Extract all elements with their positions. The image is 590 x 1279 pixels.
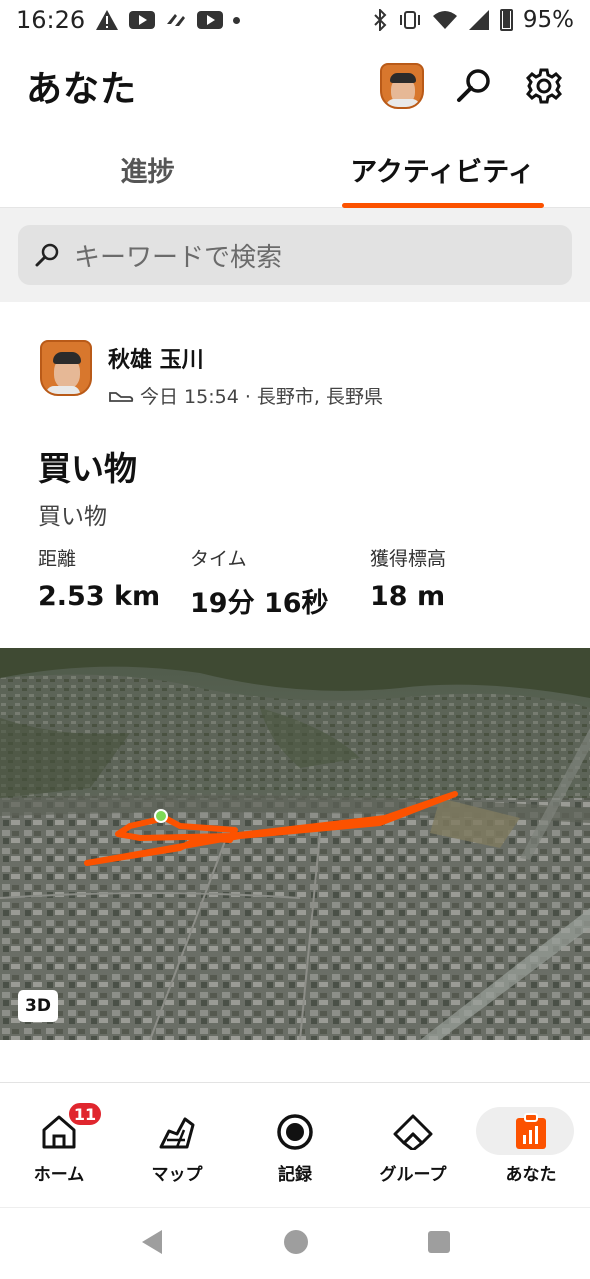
home-button[interactable]: [282, 1228, 310, 1260]
status-time: 16:26: [16, 6, 86, 34]
youtube-icon: [129, 11, 156, 29]
home-circle-icon: [284, 1229, 308, 1254]
vibrate-icon: [398, 10, 422, 30]
groups-icon: [393, 1111, 433, 1153]
stat-elevation: 獲得標高 18 m: [370, 544, 446, 620]
search-area: キーワードで検索: [0, 208, 590, 302]
search-button[interactable]: [454, 66, 494, 106]
record-icon: [276, 1111, 314, 1153]
app-icon: [165, 10, 187, 30]
map-image: [0, 648, 590, 1040]
3d-toggle-button[interactable]: 3D: [18, 990, 58, 1022]
signal-icon: [468, 9, 490, 31]
nav-label: グループ: [379, 1165, 447, 1185]
alert-icon: [95, 9, 119, 31]
activity-stats: 距離 2.53 km タイム 19分 16秒 獲得標高 18 m: [38, 544, 446, 620]
activity-meta-text: 今日 15:54 · 長野市, 長野県: [140, 386, 383, 408]
stat-value: 19分 16秒: [190, 588, 329, 619]
search-icon: [457, 69, 490, 102]
battery-icon: [499, 9, 513, 31]
activity-card[interactable]: 秋雄 玉川 今日 15:54 · 長野市, 長野県 買い物 買い物 距離 2.5…: [0, 302, 590, 1040]
settings-button[interactable]: [524, 66, 564, 106]
nav-home[interactable]: ホーム 11: [0, 1083, 118, 1207]
tab-progress[interactable]: 進捗: [0, 132, 295, 207]
stat-value: 18 m: [370, 581, 446, 612]
stat-label: 獲得標高: [370, 548, 447, 570]
activity-description: 買い物: [38, 504, 107, 530]
system-nav: [0, 1207, 590, 1279]
dot-icon: [233, 16, 241, 24]
athlete-info[interactable]: 秋雄 玉川 今日 15:54 · 長野市, 長野県: [40, 340, 383, 409]
back-icon: [142, 1229, 162, 1254]
nav-label: マップ: [151, 1165, 203, 1185]
notification-badge: 11: [67, 1101, 103, 1127]
wifi-icon: [432, 10, 458, 30]
athlete-name[interactable]: 秋雄 玉川: [108, 342, 383, 374]
header: あなた: [0, 48, 590, 124]
bottom-nav: ホーム 11 マップ 記録 グループ あなた: [0, 1083, 590, 1207]
status-bar: 16:26 95%: [0, 0, 590, 40]
stat-label: タイム: [190, 548, 247, 570]
stat-time: タイム 19分 16秒: [190, 544, 370, 620]
back-button[interactable]: [138, 1228, 166, 1260]
activity-title[interactable]: 買い物: [38, 442, 137, 490]
gear-icon: [526, 68, 562, 104]
tab-activity[interactable]: アクティビティ: [295, 132, 590, 207]
recents-button[interactable]: [426, 1229, 452, 1259]
activity-meta: 今日 15:54 · 長野市, 長野県: [108, 382, 383, 409]
nav-you[interactable]: あなた: [472, 1083, 590, 1207]
nav-label: 記録: [278, 1165, 312, 1185]
tab-bar: 進捗 アクティビティ: [0, 132, 590, 208]
nav-maps[interactable]: マップ: [118, 1083, 236, 1207]
youtube-icon: [197, 11, 224, 29]
nav-record[interactable]: 記録: [236, 1083, 354, 1207]
avatar[interactable]: [380, 63, 424, 109]
search-icon: [35, 243, 59, 267]
battery-level: 95%: [522, 7, 574, 33]
athlete-avatar[interactable]: [40, 340, 92, 396]
stat-distance: 距離 2.53 km: [38, 544, 190, 620]
search-placeholder: キーワードで検索: [74, 242, 283, 273]
nav-groups[interactable]: グループ: [354, 1083, 472, 1207]
search-input[interactable]: キーワードで検索: [18, 225, 572, 285]
nav-label: あなた: [505, 1165, 557, 1185]
stat-value: 2.53 km: [38, 581, 161, 612]
recents-icon: [428, 1230, 450, 1253]
profile-icon: [514, 1111, 548, 1153]
shoe-icon: [109, 391, 134, 402]
bluetooth-icon: [372, 9, 388, 31]
stat-label: 距離: [38, 548, 77, 570]
nav-label: ホーム: [33, 1165, 85, 1185]
map-icon: [157, 1111, 197, 1153]
page-title: あなた: [26, 69, 138, 110]
route-map[interactable]: 3D: [0, 648, 590, 1040]
